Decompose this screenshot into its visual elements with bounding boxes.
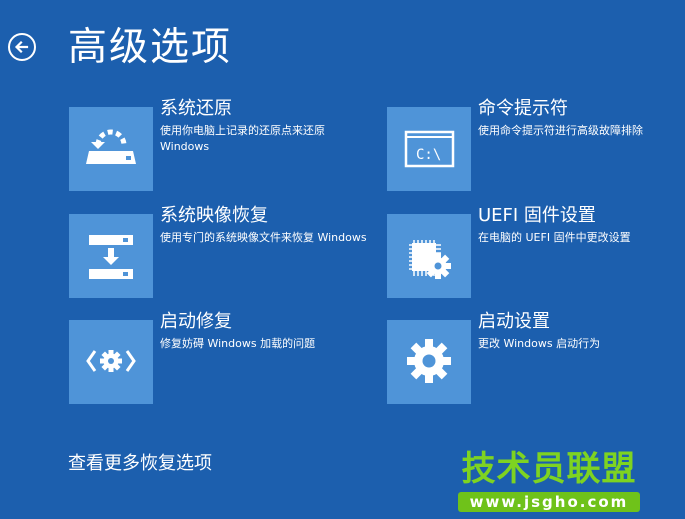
option-command-prompt[interactable]: C:\ 命令提示符 使用命令提示符进行高级故障排除	[387, 98, 685, 191]
more-recovery-options-link[interactable]: 查看更多恢复选项	[68, 452, 212, 476]
option-tile	[69, 214, 153, 298]
watermark-url: www.jsgho.com	[458, 492, 640, 512]
option-tile	[69, 107, 153, 191]
back-button[interactable]	[8, 33, 36, 61]
watermark: 技术员联盟 www.jsgho.com	[456, 448, 642, 516]
option-startup-settings[interactable]: 启动设置 更改 Windows 启动行为	[387, 311, 685, 404]
option-title: 命令提示符	[478, 98, 568, 119]
option-description: 使用专门的系统映像文件来恢复 Windows	[160, 231, 367, 244]
command-prompt-icon: C:\	[404, 130, 455, 168]
option-system-image-recovery[interactable]: 系统映像恢复 使用专门的系统映像文件来恢复 Windows	[69, 205, 369, 298]
option-title: 启动设置	[478, 311, 550, 332]
option-title: UEFI 固件设置	[478, 205, 596, 226]
option-system-restore[interactable]: 系统还原 使用你电脑上记录的还原点来还原 Windows	[69, 98, 369, 191]
uefi-firmware-icon	[409, 240, 451, 279]
option-title: 启动修复	[160, 311, 232, 332]
option-description: 使用你电脑上记录的还原点来还原 Windows	[160, 124, 325, 153]
startup-repair-icon	[86, 350, 136, 372]
option-tile: C:\	[387, 107, 471, 191]
system-restore-icon	[86, 129, 136, 164]
startup-settings-icon	[407, 339, 451, 383]
prompt-text: C:\	[416, 147, 441, 163]
option-description: 修复妨碍 Windows 加载的问题	[160, 337, 316, 350]
option-description: 在电脑的 UEFI 固件中更改设置	[478, 231, 631, 244]
watermark-logo-text: 技术员联盟	[461, 449, 637, 489]
back-arrow-icon	[14, 40, 29, 54]
option-description: 使用命令提示符进行高级故障排除	[478, 124, 643, 137]
option-tile	[387, 214, 471, 298]
option-startup-repair[interactable]: 启动修复 修复妨碍 Windows 加载的问题	[69, 311, 369, 404]
page-title: 高级选项	[68, 25, 233, 70]
option-title: 系统还原	[160, 98, 232, 119]
option-tile	[69, 320, 153, 404]
option-title: 系统映像恢复	[160, 205, 268, 226]
option-tile	[387, 320, 471, 404]
option-description: 更改 Windows 启动行为	[478, 337, 601, 350]
system-image-recovery-icon	[89, 235, 133, 279]
option-uefi-firmware-settings[interactable]: UEFI 固件设置 在电脑的 UEFI 固件中更改设置	[387, 205, 685, 298]
